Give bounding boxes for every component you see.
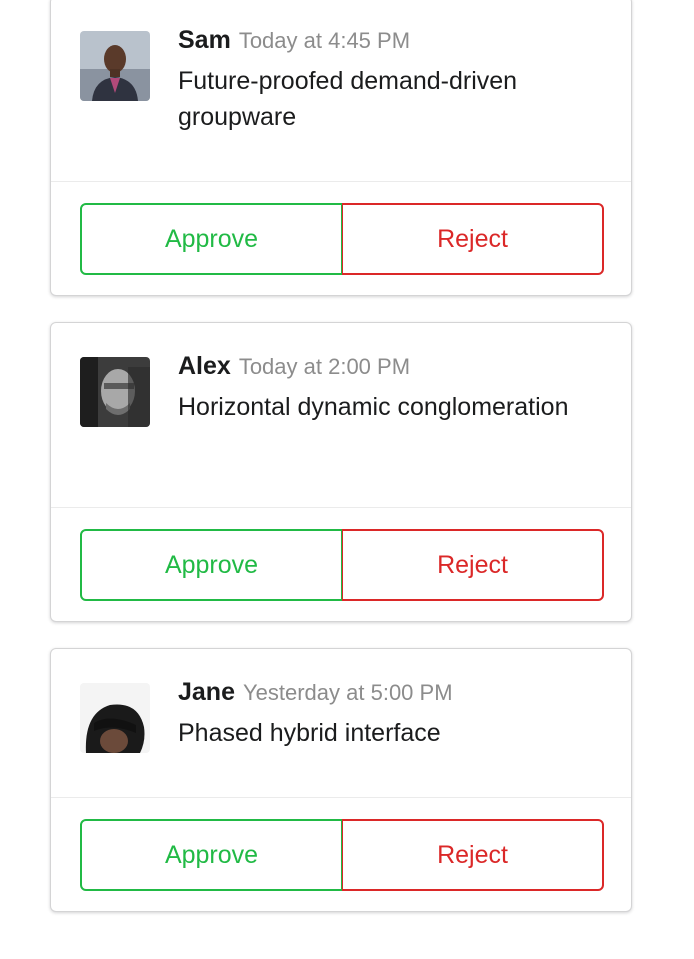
meta-line: Alex Today at 2:00 PM xyxy=(178,351,410,385)
reject-button[interactable]: Reject xyxy=(342,529,604,601)
approve-button[interactable]: Approve xyxy=(80,529,342,601)
avatar xyxy=(80,31,150,101)
approval-card-list: Sam Today at 4:45 PM Future-proofed deman… xyxy=(0,0,694,959)
approval-card: Alex Today at 2:00 PM Horizontal dynamic … xyxy=(50,322,632,622)
action-buttons: Approve Reject xyxy=(80,203,604,275)
date: Yesterday at 5:00 PM xyxy=(242,680,453,705)
card-content: Sam Today at 4:45 PM Future-proofed deman… xyxy=(51,0,631,182)
description: Phased hybrid interface xyxy=(178,719,441,747)
avatar-image-sam xyxy=(80,31,150,101)
author-name[interactable]: Alex xyxy=(178,352,231,380)
approval-card: Jane Yesterday at 5:00 PM Phased hybrid i… xyxy=(50,648,632,912)
date: Today at 4:45 PM xyxy=(238,28,411,53)
card-content: Alex Today at 2:00 PM Horizontal dynamic … xyxy=(51,323,631,508)
description: Future-proofed demand-driven groupware xyxy=(178,67,518,131)
avatar xyxy=(80,683,150,753)
meta-line: Jane Yesterday at 5:00 PM xyxy=(178,677,453,711)
approval-card: Sam Today at 4:45 PM Future-proofed deman… xyxy=(50,0,632,296)
approve-button[interactable]: Approve xyxy=(80,819,342,891)
card-content: Jane Yesterday at 5:00 PM Phased hybrid i… xyxy=(51,649,631,798)
meta-line: Sam Today at 4:45 PM xyxy=(178,25,410,59)
action-buttons: Approve Reject xyxy=(80,529,604,601)
reject-button[interactable]: Reject xyxy=(342,819,604,891)
reject-button[interactable]: Reject xyxy=(342,203,604,275)
avatar-image-alex xyxy=(80,357,150,427)
action-buttons: Approve Reject xyxy=(80,819,604,891)
description: Horizontal dynamic conglomeration xyxy=(178,393,569,421)
author-name[interactable]: Sam xyxy=(178,26,231,54)
author-name[interactable]: Jane xyxy=(178,678,235,706)
date: Today at 2:00 PM xyxy=(238,354,411,379)
approve-button[interactable]: Approve xyxy=(80,203,342,275)
avatar-image-jane xyxy=(80,683,150,753)
avatar xyxy=(80,357,150,427)
